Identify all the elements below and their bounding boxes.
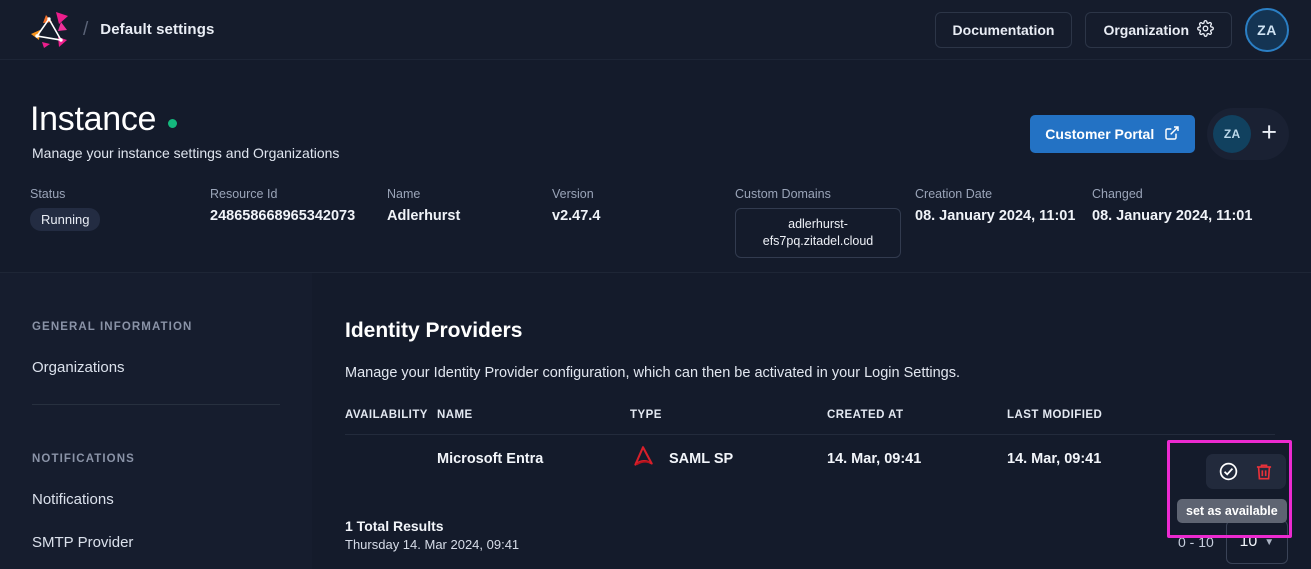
customer-portal-label: Customer Portal (1045, 126, 1154, 142)
meta-value: 08. January 2024, 11:01 (1092, 208, 1252, 224)
app-root: / Default settings Documentation Organiz… (0, 0, 1311, 569)
section-description: Manage your Identity Provider configurat… (345, 365, 1311, 381)
meta-creation-date: Creation Date 08. January 2024, 11:01 (915, 187, 1092, 258)
custom-domain-chip[interactable]: adlerhurst-efs7pq.zitadel.cloud (735, 208, 901, 258)
avatar-initials: ZA (1257, 22, 1277, 38)
delete-button[interactable] (1246, 456, 1282, 487)
meta-value: Adlerhurst (387, 208, 552, 224)
meta-changed: Changed 08. January 2024, 11:01 (1092, 187, 1252, 258)
chevron-down-icon: ▼ (1264, 537, 1274, 548)
paginator: 0 - 10 10 ▼ (1178, 520, 1288, 564)
page-title: Instance (30, 100, 156, 139)
sidebar-item-notifications[interactable]: Notifications (32, 491, 312, 508)
external-link-icon (1164, 125, 1180, 144)
page-size-select[interactable]: 10 ▼ (1226, 520, 1288, 564)
status-badge: Running (30, 208, 100, 231)
column-header-type: TYPE (630, 409, 827, 421)
table-row[interactable]: Microsoft Entra SAML SP 14. Mar, 09:41 1… (345, 434, 1275, 482)
gear-icon (1197, 20, 1214, 40)
column-header-created-at: CREATED AT (827, 409, 1007, 421)
sidebar-divider (32, 404, 280, 405)
meta-label: Custom Domains (735, 187, 915, 201)
meta-status: Status Running (30, 187, 210, 258)
set-as-available-button[interactable] (1210, 456, 1246, 487)
saml-icon (630, 444, 656, 474)
meta-value: 248658668965342073 (210, 208, 387, 224)
organization-button[interactable]: Organization (1085, 12, 1232, 48)
instance-meta: Status Running Resource Id 2486586689653… (30, 187, 1252, 258)
cell-name: Microsoft Entra (437, 451, 630, 467)
results-total: 1 Total Results (345, 518, 519, 534)
meta-label: Name (387, 187, 552, 201)
tooltip: set as available (1177, 499, 1287, 523)
meta-label: Resource Id (210, 187, 387, 201)
avatar-secondary-initials: ZA (1224, 127, 1241, 141)
meta-resource-id: Resource Id 248658668965342073 (210, 187, 387, 258)
add-icon[interactable]: + (1261, 119, 1277, 149)
meta-custom-domains: Custom Domains adlerhurst-efs7pq.zitadel… (735, 187, 915, 258)
top-bar: / Default settings Documentation Organiz… (0, 0, 1311, 60)
status-dot-icon (168, 119, 177, 128)
column-header-last-modified: LAST MODIFIED (1007, 409, 1207, 421)
results-summary: 1 Total Results Thursday 14. Mar 2024, 0… (345, 518, 519, 552)
documentation-label: Documentation (953, 22, 1055, 38)
sidebar-section-general: GENERAL INFORMATION (32, 321, 312, 333)
zitadel-logo-icon[interactable] (25, 8, 73, 52)
breadcrumb-separator: / (83, 19, 88, 41)
customer-portal-button[interactable]: Customer Portal (1030, 115, 1195, 153)
column-header-name: NAME (437, 409, 630, 421)
meta-value: v2.47.4 (552, 208, 735, 224)
row-actions (1206, 454, 1286, 489)
documentation-button[interactable]: Documentation (935, 12, 1073, 48)
meta-value: 08. January 2024, 11:01 (915, 208, 1092, 224)
meta-label: Creation Date (915, 187, 1092, 201)
cell-type: SAML SP (630, 444, 827, 474)
meta-label: Changed (1092, 187, 1252, 201)
meta-label: Version (552, 187, 735, 201)
section-title: Identity Providers (345, 319, 1311, 343)
breadcrumb: Default settings (100, 21, 214, 38)
sidebar: GENERAL INFORMATION Organizations NOTIFI… (0, 273, 312, 569)
results-timestamp: Thursday 14. Mar 2024, 09:41 (345, 537, 519, 552)
instance-header-actions: Customer Portal ZA + (1030, 108, 1289, 160)
organization-label: Organization (1103, 22, 1189, 38)
avatar[interactable]: ZA (1245, 8, 1289, 52)
meta-name: Name Adlerhurst (387, 187, 552, 258)
column-header-availability: AVAILABILITY (345, 409, 437, 421)
top-bar-actions: Documentation Organization ZA (935, 8, 1289, 52)
cell-created-at: 14. Mar, 09:41 (827, 451, 1007, 467)
page-size-value: 10 (1239, 533, 1257, 551)
cell-type-label: SAML SP (669, 451, 733, 467)
avatar-secondary[interactable]: ZA (1213, 115, 1251, 153)
table-header-row: AVAILABILITY NAME TYPE CREATED AT LAST M… (345, 409, 1275, 434)
sidebar-item-smtp-provider[interactable]: SMTP Provider (32, 534, 312, 551)
idp-table: AVAILABILITY NAME TYPE CREATED AT LAST M… (345, 409, 1275, 482)
cell-last-modified: 14. Mar, 09:41 (1007, 451, 1207, 467)
page-range: 0 - 10 (1178, 534, 1214, 550)
instance-header: Instance Manage your instance settings a… (0, 60, 1311, 272)
org-switcher[interactable]: ZA + (1207, 108, 1289, 160)
sidebar-item-organizations[interactable]: Organizations (32, 359, 312, 376)
sidebar-section-notifications: NOTIFICATIONS (32, 453, 312, 465)
meta-version: Version v2.47.4 (552, 187, 735, 258)
meta-label: Status (30, 187, 210, 201)
